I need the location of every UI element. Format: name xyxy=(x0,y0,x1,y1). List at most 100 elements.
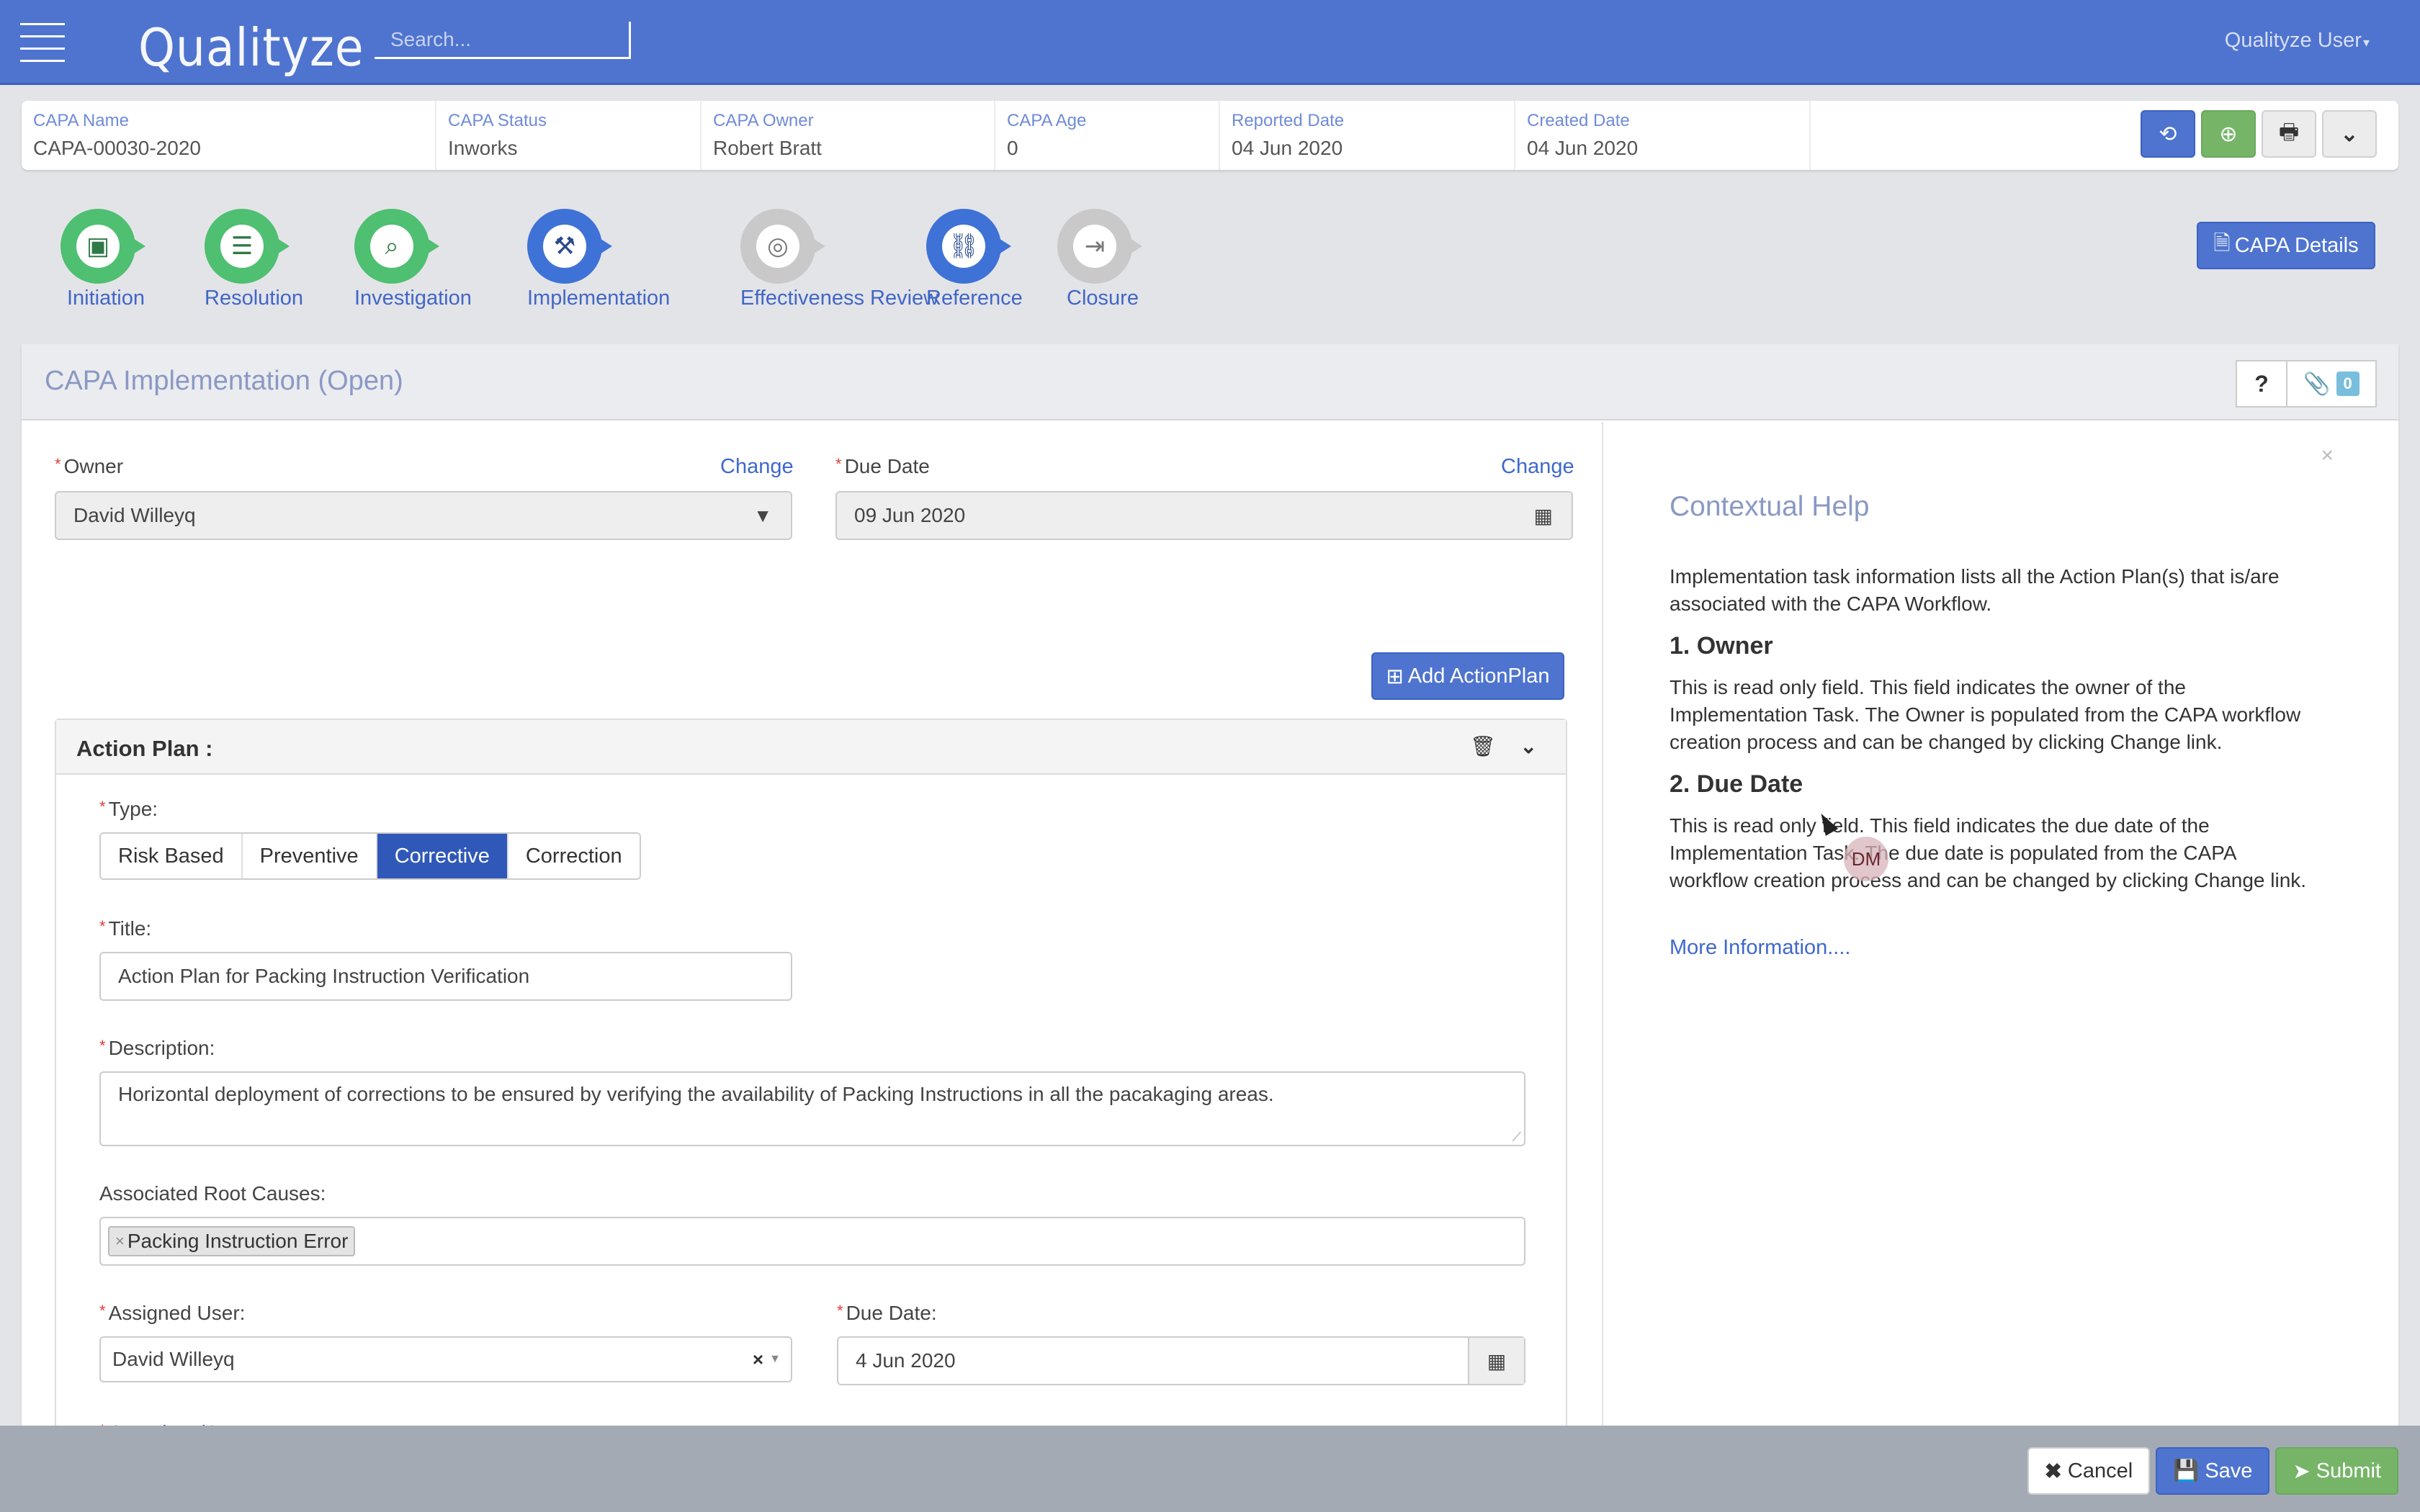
summary-value: Robert Bratt xyxy=(713,137,822,159)
panel-header: CAPA Implementation (Open) ? 📎 0 xyxy=(22,344,2398,420)
effectiveness-review-icon: ◎ xyxy=(740,209,831,284)
page-title: CAPA Implementation (Open) xyxy=(45,366,403,396)
help-heading-due-date: 2. Due Date xyxy=(1670,770,1803,798)
title-value: Action Plan for Packing Instruction Veri… xyxy=(118,965,530,987)
owner-change-link[interactable]: Change xyxy=(720,455,794,479)
summary-created-date: Created Date 04 Jun 2020 xyxy=(1515,101,1811,170)
workflow-step-resolution[interactable]: ☰ Resolution xyxy=(205,209,304,310)
cancel-button[interactable]: ✖ Cancel xyxy=(2027,1447,2151,1495)
title-label: * Title: xyxy=(99,917,152,940)
history-icon: ⟲ xyxy=(2159,122,2177,146)
more-options-button[interactable]: ⌄ xyxy=(2322,110,2377,158)
type-label: * Type: xyxy=(99,798,158,820)
type-option-preventive[interactable]: Preventive xyxy=(242,834,377,878)
due-date-label: * Due Date xyxy=(835,455,930,477)
chevron-down-icon: ⌄ xyxy=(2340,122,2359,146)
calendar-button[interactable]: ▦ xyxy=(1468,1338,1524,1384)
summary-reported-date: Reported Date 04 Jun 2020 xyxy=(1220,101,1515,170)
type-option-risk-based[interactable]: Risk Based xyxy=(101,834,243,878)
form-column: * Owner Change David Willeyq ▼ * Due Date … xyxy=(22,422,1603,1503)
action-plan-card: Action Plan : 🗑 ⌄ * Type: Risk Based Prev… xyxy=(55,719,1567,1503)
capa-details-button[interactable]: 🗎 CAPA Details xyxy=(2197,222,2375,269)
description-textarea[interactable]: Horizontal deployment of corrections to … xyxy=(99,1071,1525,1146)
workflow-step-effectiveness-review[interactable]: ◎ Effectiveness Review xyxy=(740,209,939,310)
workflow-step-reference[interactable]: ⛓ Reference xyxy=(926,209,1023,310)
resolution-icon: ☰ xyxy=(205,209,295,284)
workflow-steps: ▣ Initiation ☰ Resolution ⌕ Investigatio… xyxy=(0,209,1224,324)
root-causes-input[interactable]: × Packing Instruction Error xyxy=(99,1217,1525,1266)
resize-handle-icon[interactable]: ⟋ xyxy=(1512,1130,1521,1145)
floppy-disk-icon: 💾 xyxy=(2173,1459,2200,1482)
dropdown-arrow-icon: ▼ xyxy=(753,504,772,526)
action-plan-title: Action Plan : xyxy=(76,736,213,761)
trash-icon[interactable]: 🗑 xyxy=(1470,734,1496,758)
summary-label: CAPA Age xyxy=(1007,111,1087,130)
contextual-help-panel: × Contextual Help Implementation task in… xyxy=(1605,422,2398,1453)
step-label: Resolution xyxy=(205,287,304,310)
type-option-correction[interactable]: Correction xyxy=(508,834,640,878)
step-label: Closure xyxy=(1067,287,1139,310)
add-button[interactable]: ⊕ xyxy=(2201,110,2256,158)
step-label: Effectiveness Review xyxy=(740,287,939,310)
owner-select[interactable]: David Willeyq ▼ xyxy=(55,491,792,540)
hamburger-menu-icon[interactable] xyxy=(20,23,65,63)
summary-label: Created Date xyxy=(1527,111,1630,130)
workflow-step-closure[interactable]: ⇥ Closure xyxy=(1057,209,1148,310)
clear-icon[interactable]: × xyxy=(753,1349,763,1371)
attachments-count-badge: 0 xyxy=(2336,372,2360,396)
ap-due-date-input[interactable]: 4 Jun 2020 ▦ xyxy=(837,1336,1525,1385)
workflow-step-initiation[interactable]: ▣ Initiation xyxy=(60,209,151,310)
summary-label: Reported Date xyxy=(1232,111,1345,130)
step-label: Reference xyxy=(926,287,1023,310)
submit-label: Submit xyxy=(2316,1459,2381,1482)
close-help-icon[interactable]: × xyxy=(2321,444,2334,468)
investigation-icon: ⌕ xyxy=(354,209,445,284)
implementation-panel: CAPA Implementation (Open) ? 📎 0 * Owner … xyxy=(22,344,2398,1503)
remove-tag-icon[interactable]: × xyxy=(115,1232,125,1251)
summary-label: CAPA Owner xyxy=(713,111,814,130)
calendar-icon: ▦ xyxy=(1533,504,1553,527)
workflow-step-implementation[interactable]: ⚒ Implementation xyxy=(527,209,670,310)
title-input[interactable]: Action Plan for Packing Instruction Veri… xyxy=(99,952,792,1001)
description-label: * Description: xyxy=(99,1037,215,1059)
root-causes-label: Associated Root Causes: xyxy=(99,1182,326,1205)
root-cause-tag: × Packing Instruction Error xyxy=(108,1226,356,1256)
chevron-down-icon[interactable]: ⌄ xyxy=(1520,734,1537,758)
owner-value: David Willeyq xyxy=(73,504,196,526)
action-plan-header: Action Plan : 🗑 ⌄ xyxy=(56,720,1566,775)
add-action-plan-button[interactable]: ⊞ Add ActionPlan xyxy=(1371,652,1564,700)
attachments-button[interactable]: 📎 0 xyxy=(2287,361,2375,406)
ap-due-date-label: * Due Date: xyxy=(837,1302,937,1324)
help-intro: Implementation task information lists al… xyxy=(1670,565,2280,615)
capa-details-label: CAPA Details xyxy=(2234,233,2359,257)
history-button[interactable]: ⟲ xyxy=(2141,110,2195,158)
brand-logo[interactable]: Qualityze xyxy=(138,17,364,78)
assigned-user-select[interactable]: David Willeyq × ▼ xyxy=(99,1336,792,1382)
help-button[interactable]: ? xyxy=(2237,361,2287,406)
more-information-link[interactable]: More Information.... xyxy=(1670,936,1850,960)
help-text-owner: This is read only field. This field indi… xyxy=(1670,676,2301,753)
workflow-step-investigation[interactable]: ⌕ Investigation xyxy=(354,209,472,310)
help-title: Contextual Help xyxy=(1670,491,1870,522)
due-date-change-link[interactable]: Change xyxy=(1501,455,1574,479)
owner-label: * Owner xyxy=(55,455,124,477)
description-value: Horizontal deployment of corrections to … xyxy=(118,1083,1274,1105)
type-option-corrective[interactable]: Corrective xyxy=(377,834,508,878)
caret-down-icon: ▾ xyxy=(2362,35,2370,50)
user-menu-dropdown[interactable]: Qualityze User ▾ xyxy=(2225,29,2370,53)
action-plan-tools: 🗑 ⌄ xyxy=(1470,734,1537,758)
search-input[interactable] xyxy=(375,22,631,59)
summary-value: 04 Jun 2020 xyxy=(1232,137,1343,159)
summary-capa-age: CAPA Age 0 xyxy=(995,101,1220,170)
top-navbar: Qualityze Qualityze User▾ xyxy=(0,0,2420,85)
footer-actions: ✖ Cancel 💾 Save ➤ Submit xyxy=(2027,1447,2398,1495)
summary-value: 0 xyxy=(1007,137,1018,159)
submit-button[interactable]: ➤ Submit xyxy=(2275,1447,2398,1495)
save-button[interactable]: 💾 Save xyxy=(2156,1447,2270,1495)
print-button[interactable]: 🖶 xyxy=(2262,110,2316,158)
summary-value: CAPA-00030-2020 xyxy=(33,137,201,159)
user-name: Qualityze User xyxy=(2224,29,2362,52)
add-action-plan-label: Add ActionPlan xyxy=(1407,664,1550,688)
due-date-field[interactable]: 09 Jun 2020 ▦ xyxy=(835,491,1573,540)
due-date-value: 09 Jun 2020 xyxy=(854,504,966,526)
